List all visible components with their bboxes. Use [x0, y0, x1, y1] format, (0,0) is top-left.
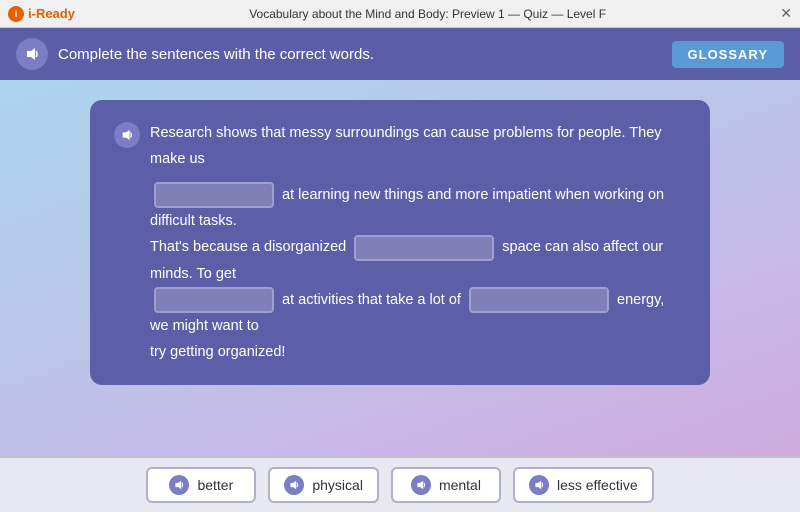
app-name: i-Ready: [28, 6, 75, 21]
passage-line4: at activities that take a lot of energy,…: [150, 287, 686, 339]
passage-line3: That's because a disorganized space can …: [150, 234, 686, 286]
passage-speaker-icon: [121, 129, 133, 141]
word-label-less-effective: less effective: [557, 477, 638, 493]
word-card-less-effective[interactable]: less effective: [513, 467, 654, 503]
word-bank: better physical mental less effective: [0, 456, 800, 512]
app-logo: i i-Ready: [8, 6, 75, 22]
speaker-icon: [25, 47, 39, 61]
word-audio-less-effective[interactable]: [529, 475, 549, 495]
blank-2[interactable]: [354, 235, 494, 261]
glossary-button[interactable]: GLOSSARY: [672, 41, 784, 68]
word-card-mental[interactable]: mental: [391, 467, 501, 503]
passage-header: Research shows that messy surroundings c…: [114, 120, 686, 172]
word-audio-physical[interactable]: [284, 475, 304, 495]
passage-line5: try getting organized!: [150, 339, 686, 365]
word-audio-mental[interactable]: [411, 475, 431, 495]
word-card-better[interactable]: better: [146, 467, 256, 503]
word-label-mental: mental: [439, 477, 481, 493]
word-label-better: better: [197, 477, 233, 493]
word-card-physical[interactable]: physical: [268, 467, 379, 503]
passage-card: Research shows that messy surroundings c…: [90, 100, 710, 385]
title-bar: i i-Ready Vocabulary about the Mind and …: [0, 0, 800, 28]
close-button[interactable]: ✕: [780, 5, 792, 22]
passage-line2: at learning new things and more impatien…: [150, 182, 686, 234]
word-audio-better[interactable]: [169, 475, 189, 495]
header-instruction-container: Complete the sentences with the correct …: [16, 38, 374, 70]
main-content: Research shows that messy surroundings c…: [0, 80, 800, 456]
window-title: Vocabulary about the Mind and Body: Prev…: [249, 7, 606, 21]
word-label-physical: physical: [312, 477, 363, 493]
passage-audio-button[interactable]: [114, 122, 140, 148]
header-bar: Complete the sentences with the correct …: [0, 28, 800, 80]
passage-body: at learning new things and more impatien…: [114, 182, 686, 365]
logo-icon: i: [8, 6, 24, 22]
instruction-text: Complete the sentences with the correct …: [58, 46, 374, 63]
blank-4[interactable]: [469, 287, 609, 313]
blank-1[interactable]: [154, 182, 274, 208]
blank-3[interactable]: [154, 287, 274, 313]
passage-line1: Research shows that messy surroundings c…: [150, 120, 686, 172]
header-audio-button[interactable]: [16, 38, 48, 70]
